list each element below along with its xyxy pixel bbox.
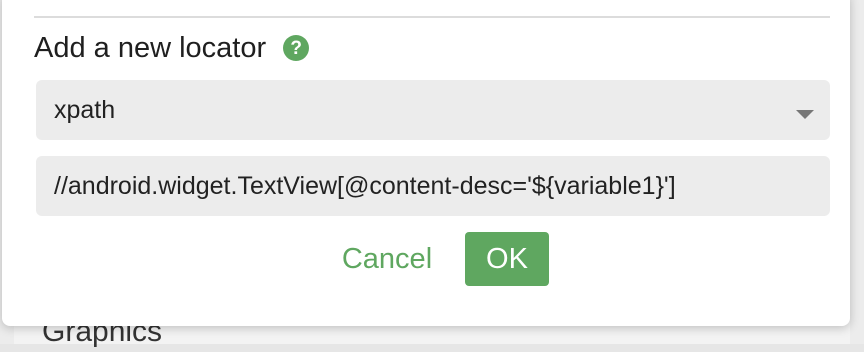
ok-button[interactable]: OK (465, 232, 549, 286)
locator-type-select[interactable]: xpath (36, 80, 830, 140)
locator-value-input[interactable]: //android.widget.TextView[@content-desc=… (36, 156, 830, 216)
add-locator-dialog: Add a new locator ? xpath //android.widg… (2, 0, 850, 326)
question-circle-icon[interactable]: ? (283, 35, 310, 61)
locator-type-selected-value: xpath (54, 96, 116, 124)
dialog-title: Add a new locator (34, 32, 267, 64)
dialog-header: Add a new locator ? (34, 30, 310, 66)
cancel-button[interactable]: Cancel (324, 232, 450, 286)
caret-down-icon (796, 110, 814, 119)
help-icon-glyph: ? (290, 37, 302, 59)
dialog-divider (34, 16, 830, 18)
